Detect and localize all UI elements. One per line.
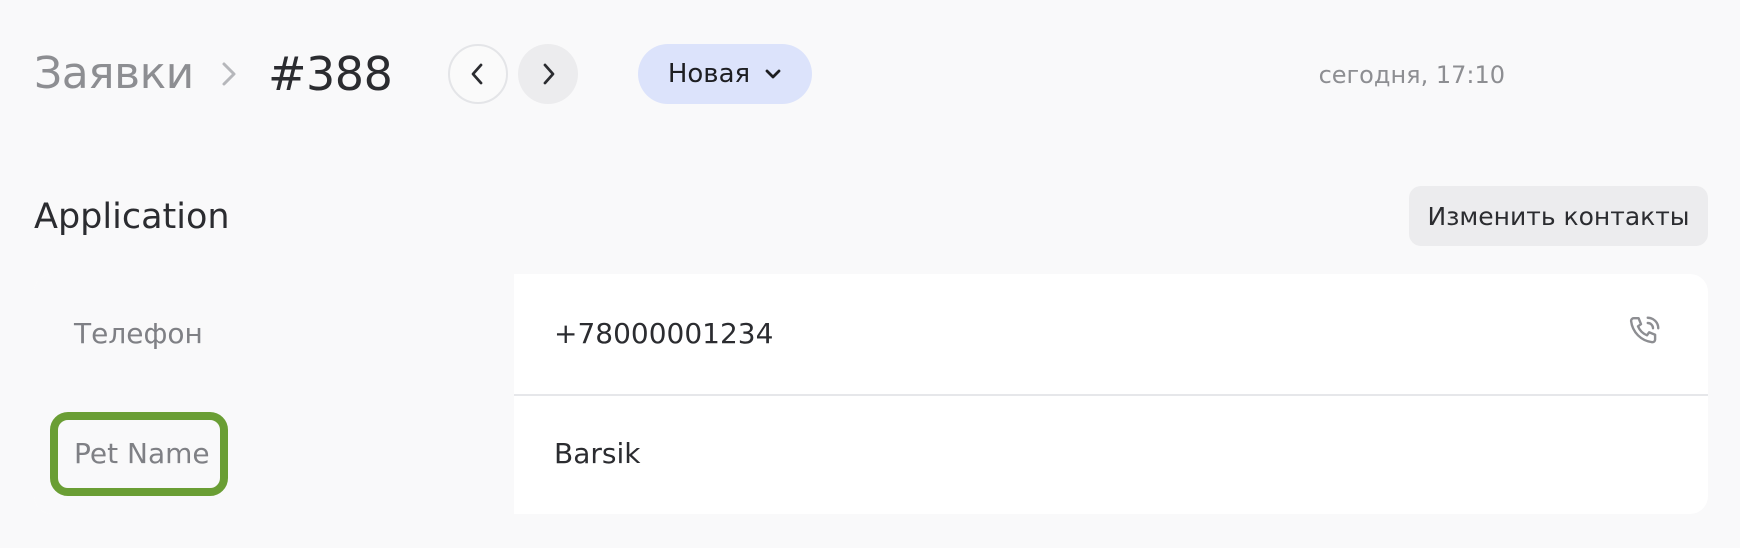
field-row-phone: Телефон +78000001234 xyxy=(34,274,1708,396)
page-title: #388 xyxy=(268,47,393,101)
field-label-cell: Pet Name xyxy=(34,394,514,514)
breadcrumb-root-link[interactable]: Заявки xyxy=(34,44,194,104)
field-row-pet-name: Pet Name Barsik xyxy=(34,394,1708,514)
previous-request-button[interactable] xyxy=(448,44,508,104)
chevron-down-icon xyxy=(765,69,781,79)
next-request-button[interactable] xyxy=(518,44,578,104)
status-label: Новая xyxy=(667,59,751,89)
created-timestamp: сегодня, 17:10 xyxy=(1318,61,1505,89)
page-header: Заявки #388 Новая сегодня, 17:10 xyxy=(0,0,1740,150)
edit-contacts-button[interactable]: Изменить контакты xyxy=(1409,186,1708,246)
chevron-right-icon xyxy=(543,63,555,85)
section-title: Application xyxy=(34,197,230,237)
field-label-cell: Телефон xyxy=(34,274,514,394)
application-fields-card: Телефон +78000001234 Pet Name Barsik xyxy=(34,274,1708,514)
field-label: Телефон xyxy=(74,317,203,350)
chevron-right-icon xyxy=(222,62,236,86)
pet-name-value[interactable]: Barsik xyxy=(554,432,640,476)
phone-call-icon[interactable] xyxy=(1626,314,1662,350)
field-label: Pet Name xyxy=(74,437,210,470)
status-dropdown[interactable]: Новая xyxy=(638,44,812,104)
phone-value[interactable]: +78000001234 xyxy=(554,312,773,356)
chevron-left-icon xyxy=(471,63,483,85)
